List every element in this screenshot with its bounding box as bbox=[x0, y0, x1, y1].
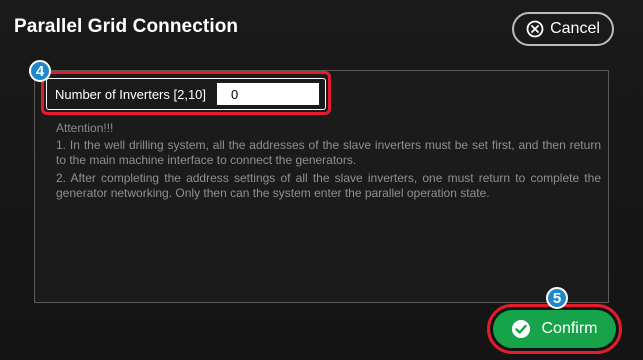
cancel-button-label: Cancel bbox=[550, 20, 600, 37]
check-circle-icon bbox=[511, 319, 531, 339]
close-circle-icon bbox=[526, 20, 544, 38]
cancel-button[interactable]: Cancel bbox=[512, 12, 614, 46]
confirm-button[interactable]: Confirm bbox=[493, 310, 616, 348]
attention-heading: Attention!!! bbox=[56, 121, 114, 135]
inverter-count-input[interactable] bbox=[217, 83, 319, 105]
attention-note-2: 2. After completing the address settings… bbox=[56, 171, 601, 200]
parallel-grid-dialog: Parallel Grid Connection Cancel Number o… bbox=[0, 0, 643, 360]
page-title: Parallel Grid Connection bbox=[14, 16, 239, 37]
step-marker-5: 5 bbox=[546, 287, 568, 309]
attention-note-1: 1. In the well drilling system, all the … bbox=[56, 138, 601, 167]
confirm-button-label: Confirm bbox=[541, 320, 598, 337]
step-marker-4: 4 bbox=[29, 60, 51, 82]
inverter-count-field: Number of Inverters [2,10] bbox=[46, 78, 326, 110]
inverter-count-label: Number of Inverters [2,10] bbox=[55, 87, 207, 102]
